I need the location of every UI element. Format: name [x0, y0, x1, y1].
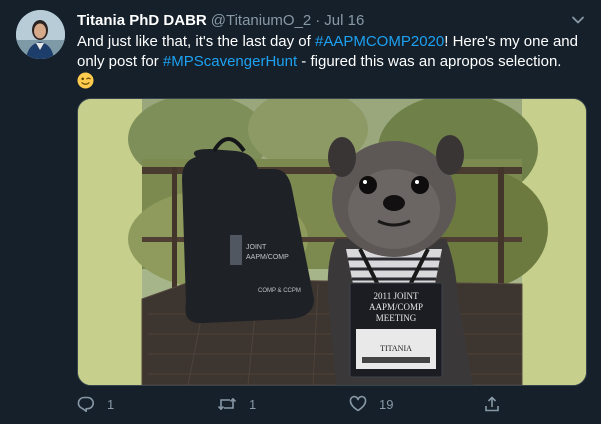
tweet-header: Titania PhD DABR @TitaniumO_2 · Jul 16	[77, 10, 364, 30]
tweet-text: And just like that, it's the last day of…	[77, 32, 587, 93]
action-bar: 1 1 19	[77, 393, 587, 415]
like-button[interactable]: 19	[349, 393, 393, 415]
more-options-button[interactable]	[568, 10, 588, 30]
tweet[interactable]: Titania PhD DABR @TitaniumO_2 · Jul 16 A…	[0, 0, 601, 424]
bag-label: AAPM/COMP	[246, 254, 289, 261]
retweet-count: 1	[249, 396, 257, 412]
photo-image: JOINT AAPM/COMP COMP & CCPM 2011 JOINT A…	[78, 99, 586, 385]
avatar-photo	[16, 10, 65, 59]
display-name[interactable]: Titania PhD DABR	[77, 12, 207, 29]
tweet-text-part: And just like that, it's the last day of	[77, 33, 315, 50]
tweet-date[interactable]: Jul 16	[324, 12, 364, 29]
user-handle[interactable]: @TitaniumO_2	[211, 12, 312, 29]
share-icon	[485, 396, 499, 412]
separator-dot: ·	[315, 11, 321, 29]
badge-text: MEETING	[376, 313, 417, 323]
hashtag-link[interactable]: #MPScavengerHunt	[163, 53, 297, 70]
badge-name: TITANIA	[380, 344, 412, 353]
chevron-down-icon	[572, 16, 584, 24]
badge-text: AAPM/COMP	[369, 302, 423, 312]
reply-button[interactable]: 1	[77, 393, 114, 415]
avatar[interactable]	[16, 10, 65, 59]
heart-icon	[349, 395, 367, 412]
winking-face-emoji	[77, 72, 94, 89]
retweet-button[interactable]: 1	[217, 393, 256, 415]
retweet-icon	[217, 398, 237, 410]
tweet-photo[interactable]: JOINT AAPM/COMP COMP & CCPM 2011 JOINT A…	[77, 98, 587, 386]
reply-icon	[77, 396, 94, 412]
like-count: 19	[379, 396, 394, 412]
share-button[interactable]	[483, 393, 513, 415]
badge-text: 2011 JOINT	[374, 291, 419, 301]
bag-label: JOINT	[246, 244, 267, 251]
tweet-text-part: - figured this was an apropos selection.	[297, 53, 562, 70]
hashtag-link[interactable]: #AAPMCOMP2020	[315, 33, 444, 50]
bag-label: COMP & CCPM	[258, 288, 301, 294]
reply-count: 1	[107, 396, 115, 412]
photo-scene: JOINT AAPM/COMP COMP & CCPM 2011 JOINT A…	[128, 99, 548, 385]
